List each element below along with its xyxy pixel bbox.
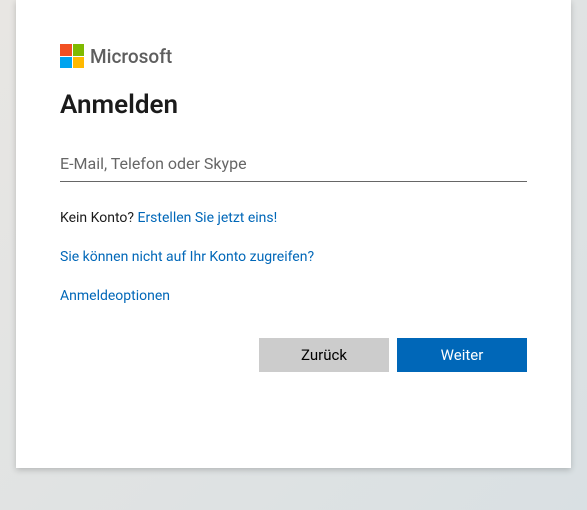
identifier-input[interactable] xyxy=(60,148,527,182)
back-button[interactable]: Zurück xyxy=(259,338,389,372)
brand-header: Microsoft xyxy=(60,44,527,68)
no-account-text: Kein Konto? xyxy=(60,210,137,226)
cant-access-link[interactable]: Sie können nicht auf Ihr Konto zugreifen… xyxy=(60,249,314,265)
microsoft-logo-icon xyxy=(60,44,84,68)
next-button[interactable]: Weiter xyxy=(397,338,527,372)
no-account-line: Kein Konto? Erstellen Sie jetzt eins! xyxy=(60,210,527,226)
button-row: Zurück Weiter xyxy=(60,338,527,372)
page-title: Anmelden xyxy=(60,90,527,120)
signin-card: Microsoft Anmelden Kein Konto? Erstellen… xyxy=(16,0,571,468)
brand-name: Microsoft xyxy=(90,45,172,68)
signin-options-link[interactable]: Anmeldeoptionen xyxy=(60,288,170,304)
create-account-link[interactable]: Erstellen Sie jetzt eins! xyxy=(137,210,277,226)
